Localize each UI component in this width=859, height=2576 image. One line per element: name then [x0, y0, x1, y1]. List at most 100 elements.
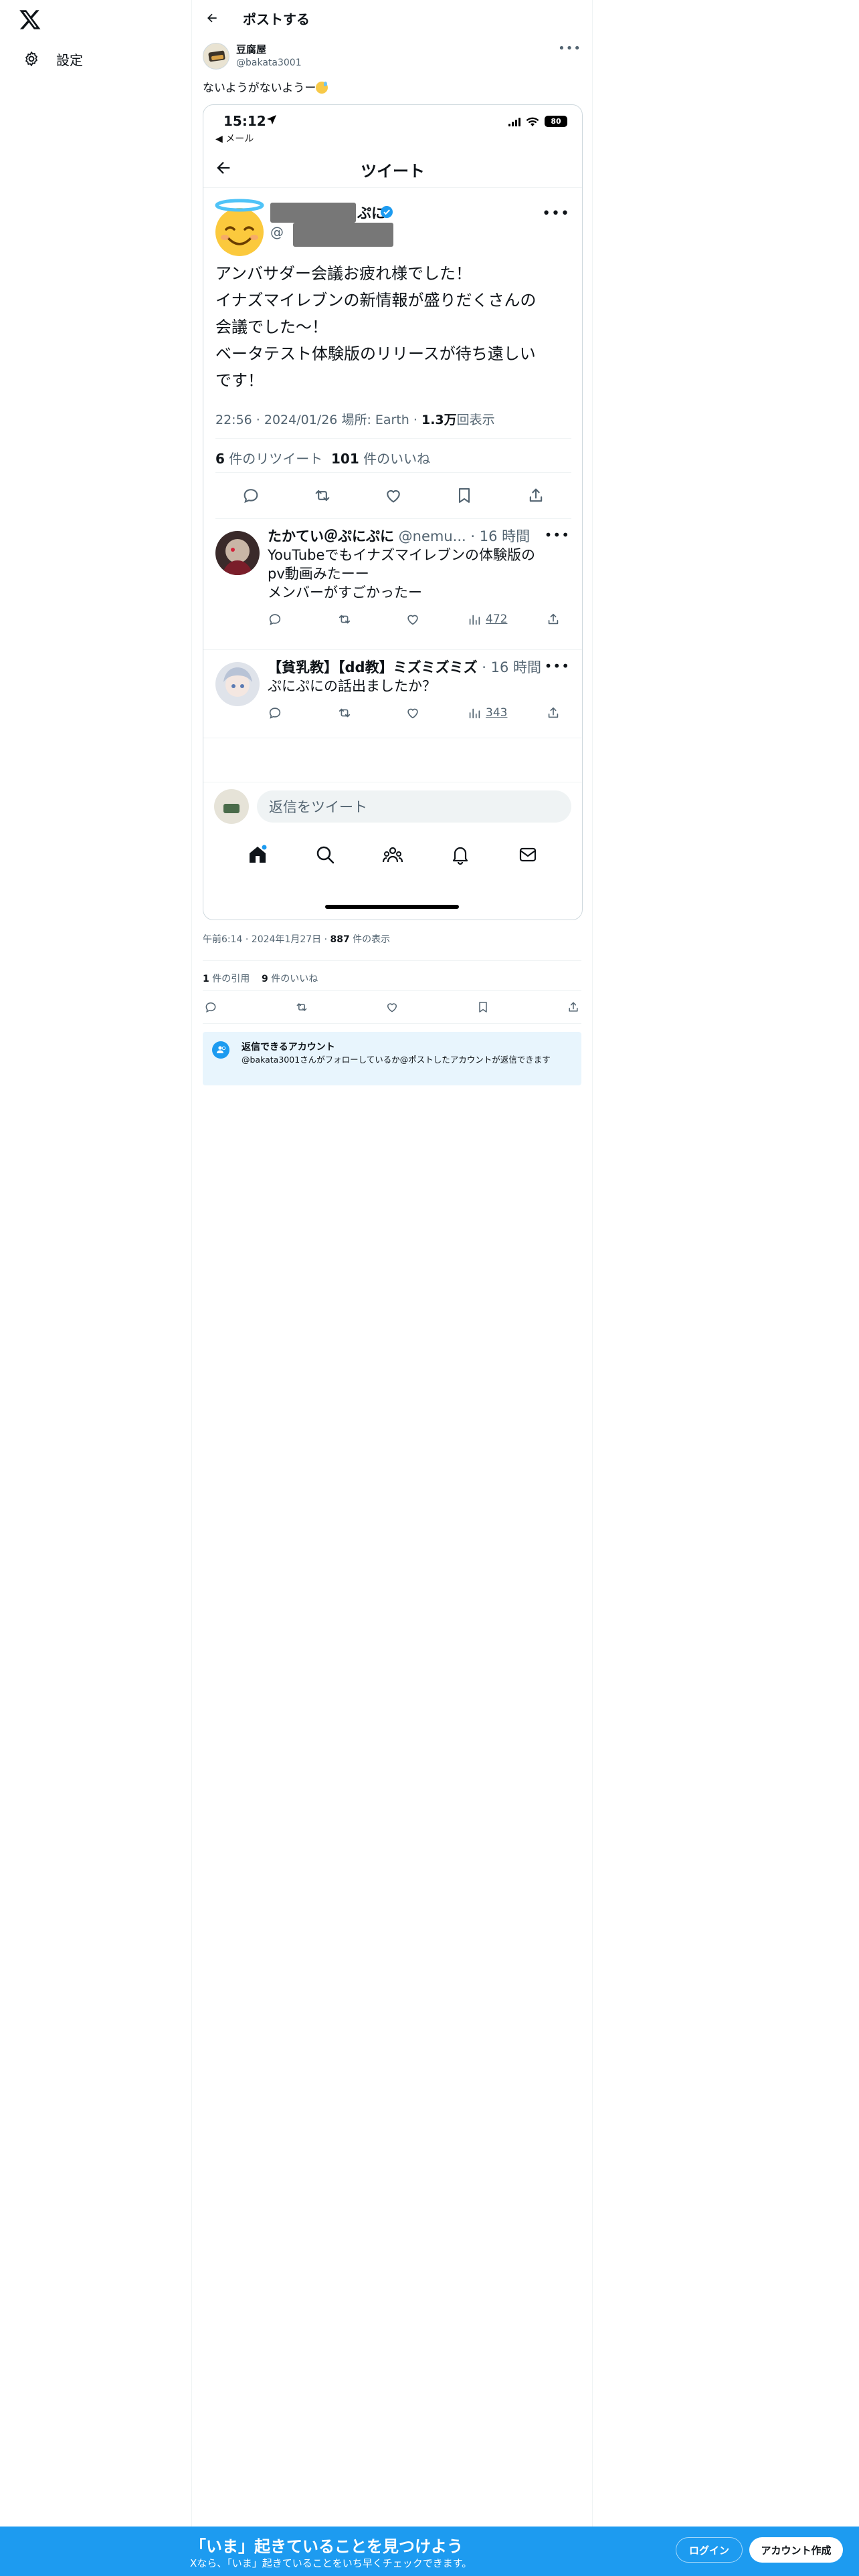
heart-icon [407, 615, 418, 625]
my-avatar [214, 788, 249, 824]
page-title: ポストする [243, 11, 310, 27]
sweat-smile-emoji-icon [316, 82, 328, 94]
embed-author: ぷに @ ••• [203, 188, 582, 256]
post-header: 豆腐屋 @bakata3001 ••• [192, 36, 592, 70]
embed-tweet-text: アンバサダー会議お疲れ様でした！ イナズマイレブンの新情報が盛りだくさんの 会議… [203, 255, 582, 394]
reply-restriction-notice: 返信できるアカウント @bakata3001さんがフォローしているか@ポストした… [203, 1032, 581, 1085]
text-line: です！ [215, 371, 264, 390]
reply-avatar [215, 662, 260, 706]
retweets-label: 件のリツイート [229, 451, 323, 467]
meta-views-count: 1.3万 [421, 413, 457, 427]
embed-tab-bar [203, 831, 582, 878]
left-rail: 設定 [0, 0, 191, 2576]
author-handle[interactable]: @bakata3001 [236, 56, 302, 70]
share-icon[interactable] [567, 1000, 580, 1014]
text-line: アンバサダー会議お疲れ様でした！ [215, 264, 472, 283]
embed-action-bar [215, 472, 571, 519]
text-line: 会議でした〜！ [215, 318, 328, 336]
author-avatar[interactable] [203, 43, 229, 70]
embed-reply: 【貧乳教】【dd教】ミズミズミズ · 16 時間 ••• ぷにぷにの話出ましたか… [203, 650, 582, 738]
reply-views: 343 [486, 706, 508, 720]
more-icon: ••• [542, 205, 570, 222]
signal-icon [508, 117, 520, 126]
bookmark-icon [459, 488, 470, 503]
heart-icon[interactable] [385, 1000, 399, 1014]
post-text-content: ないようがないようー [203, 82, 316, 95]
redacted-block [270, 203, 356, 223]
reply-meta: · 16 時間 [477, 659, 542, 675]
share-icon [548, 707, 559, 718]
post-meta: 午前6:14 · 2024年1月27日 · 887 件の表示 [203, 934, 391, 945]
quotes-label[interactable]: 件の引用 [209, 974, 250, 984]
author-name[interactable]: 豆腐屋 [236, 43, 302, 56]
reply-icon[interactable] [204, 1000, 217, 1014]
banner-subtitle: Xなら、「いま」起きていることをいち早くチェックできます。 [190, 2557, 472, 2569]
share-icon [529, 488, 542, 502]
reply-views: 472 [486, 613, 508, 626]
post-text: ないようがないようー [192, 70, 592, 96]
angel-smile-emoji-icon [215, 199, 264, 256]
home-icon [249, 845, 267, 863]
views-count: 887 [330, 934, 350, 945]
reply-restriction-title: 返信できるアカウント [242, 1042, 335, 1053]
redacted-block [293, 223, 393, 247]
reply-meta: @nemu... · 16 時間 [394, 528, 531, 544]
reply-avatar [215, 531, 260, 575]
x-logo-icon[interactable] [19, 8, 41, 31]
reply-action-bar: 343 [268, 698, 571, 728]
quotes-count[interactable]: 1 [203, 974, 209, 984]
more-icon: ••• [544, 658, 570, 674]
embed-reply-bar: 返信をツイート [203, 782, 582, 830]
embed-reply-input: 返信をツイート [257, 790, 571, 823]
signup-button[interactable]: アカウント作成 [749, 2537, 843, 2563]
login-button[interactable]: ログイン [676, 2537, 743, 2563]
wifi-icon [526, 117, 539, 126]
phone-back-app: ◀ メール [215, 134, 254, 144]
retweet-icon[interactable] [295, 1000, 308, 1014]
retweet-icon [315, 490, 329, 502]
heart-icon [407, 708, 418, 719]
arrow-left-icon [207, 13, 217, 23]
post-action-bar [203, 990, 581, 1024]
retweet-icon [339, 615, 351, 624]
main-column: ポストする 豆腐屋 @bakata3001 ••• ないようがないようー 15:… [191, 0, 593, 2576]
text-line: ベータテスト体験版のリリースが待ち遠しい [215, 344, 536, 363]
text-line: メンバーがすごかったー [268, 584, 422, 601]
likes-count[interactable]: 9 [262, 974, 268, 984]
back-button[interactable] [200, 6, 224, 30]
views-label: 件の表示 [349, 934, 391, 945]
bookmark-icon[interactable] [476, 1000, 490, 1014]
post-timestamp[interactable]: 午前6:14 · 2024年1月27日 [203, 934, 321, 945]
heart-icon [387, 490, 400, 503]
text-line: YouTubeでもイナズマイレブンの体験版の [268, 547, 535, 563]
reply-restriction-description: @bakata3001さんがフォローしているか@ポストしたアカウントが返信できま… [242, 1055, 551, 1065]
phone-status-bar: 15:12 ◀ メール 80 [203, 105, 582, 146]
meta-time: 22:56 · 2024/01/26 [215, 413, 342, 427]
person-check-icon [212, 1041, 229, 1059]
battery-icon: 80 [545, 116, 567, 127]
share-icon [548, 613, 559, 625]
home-indicator [325, 905, 459, 909]
likes-count: 101 [331, 451, 359, 467]
verified-badge-icon [381, 206, 393, 218]
retweets-count: 6 [215, 451, 225, 467]
text-line: ぷにぷにの話出ましたか？ [268, 678, 436, 694]
location-arrow-icon [267, 115, 276, 124]
communities-icon [382, 847, 403, 863]
gear-icon [25, 51, 37, 66]
embed-tweet-meta: 22:56 · 2024/01/26 場所: Earth · 1.3万回表示 [215, 413, 495, 427]
mail-icon [520, 847, 537, 862]
phone-time: 15:12 [223, 113, 266, 129]
nav-settings[interactable]: 設定 [13, 43, 92, 75]
reply-name: 【貧乳教】【dd教】ミズミズミズ [268, 659, 478, 675]
retweet-icon [339, 708, 351, 718]
reply-icon [269, 614, 281, 625]
reply-icon [244, 489, 258, 504]
embedded-screenshot[interactable]: 15:12 ◀ メール 80 ツイート ぷに @ ••• アンバサダー会議お疲れ… [203, 104, 583, 920]
banner-title: 「いま」起きていることを見つけよう [190, 2537, 463, 2556]
likes-label[interactable]: 件のいいね [268, 974, 318, 984]
text-line: pv動画みたーー [268, 566, 369, 582]
embed-title: ツイート [361, 162, 425, 181]
reply-name: たかてい＠ぷにぷに [268, 528, 394, 544]
more-icon[interactable]: ••• [558, 41, 581, 56]
